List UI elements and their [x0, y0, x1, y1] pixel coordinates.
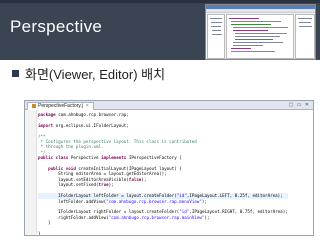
- workbench-package-explorer: [207, 14, 225, 59]
- slide-title-band: Perspective: [0, 0, 320, 60]
- window-controls[interactable]: ▢ ▭ ✕: [289, 102, 310, 108]
- title-accent-bar: [0, 0, 320, 3]
- editor-tab-label: PerspectiveFactory.j: [38, 103, 83, 109]
- slide-title: Perspective: [10, 17, 103, 36]
- editor-tab-bar: PerspectiveFactory.j × ▢ ▭ ✕: [25, 101, 313, 110]
- workbench-toolbar: [206, 9, 315, 13]
- workbench-outline-view: [295, 14, 315, 59]
- bullet-marker: [12, 70, 19, 77]
- code-text: package com.ahnbugo.rcp.browser.rap; imp…: [38, 112, 288, 236]
- code-editor-screenshot: PerspectiveFactory.j × ▢ ▭ ✕ package com.…: [24, 100, 314, 236]
- code-line: }: [38, 230, 41, 236]
- editor-tab[interactable]: PerspectiveFactory.j ×: [27, 102, 94, 110]
- java-file-icon: [32, 103, 36, 108]
- workbench-screenshot: [205, 4, 316, 60]
- bullet-text: 화면(Viewer, Editor) 배치: [25, 67, 166, 82]
- workbench-editor-area: [226, 14, 294, 59]
- editor-gutter: [25, 110, 37, 235]
- close-icon[interactable]: ×: [86, 103, 89, 109]
